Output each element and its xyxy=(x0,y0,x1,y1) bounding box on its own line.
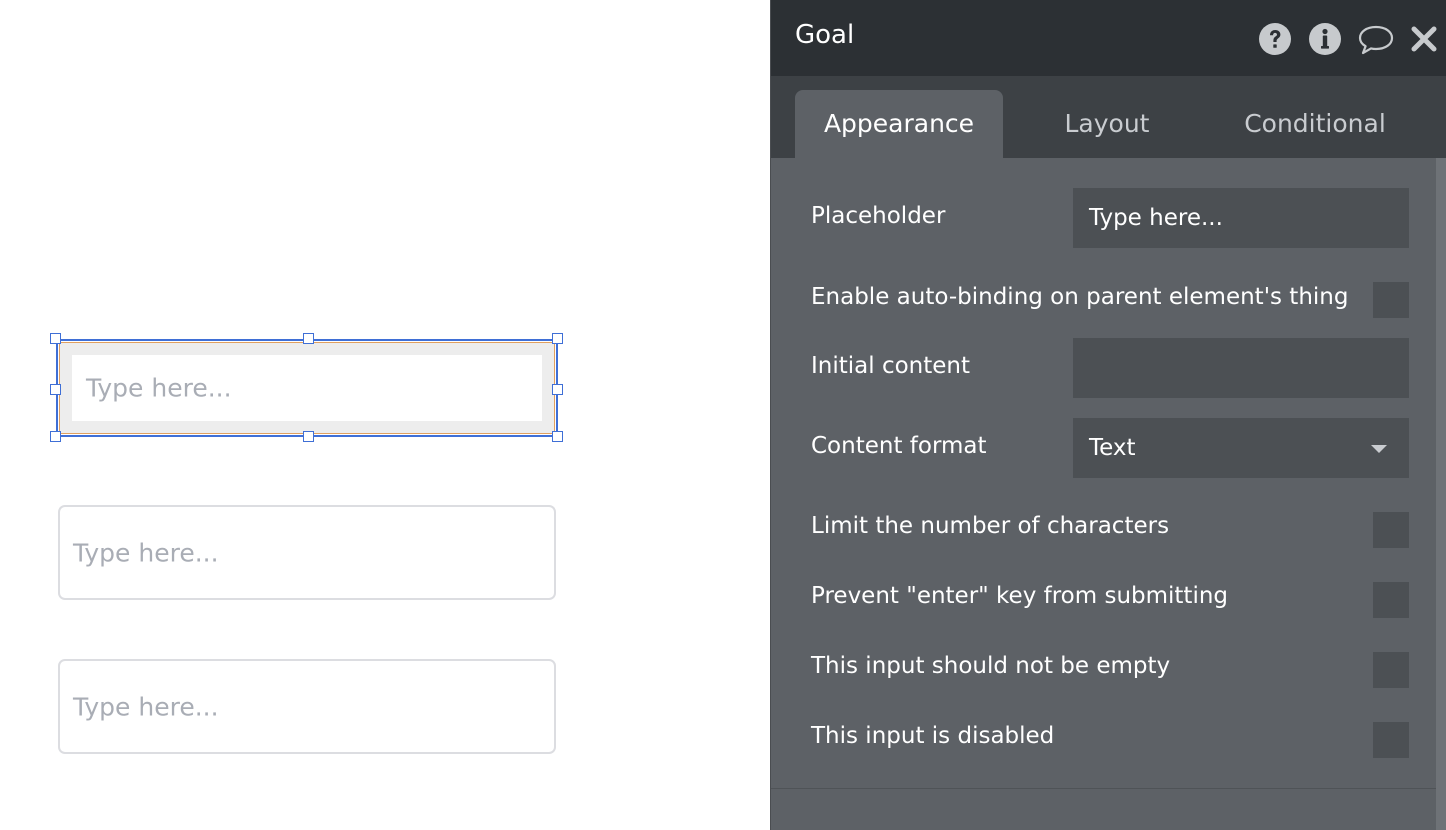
selected-input-element[interactable]: Type here... xyxy=(56,339,558,437)
section-divider xyxy=(771,788,1436,789)
not-empty-label: This input should not be empty xyxy=(811,653,1171,679)
editor-canvas: Type here... Type here... Type here... xyxy=(0,0,770,830)
input-element[interactable]: Type here... xyxy=(58,659,556,754)
chevron-down-icon xyxy=(1371,445,1387,453)
placeholder-label: Placeholder xyxy=(811,203,946,229)
resize-handle-right[interactable] xyxy=(552,384,563,395)
resize-handle-bottom-left[interactable] xyxy=(50,431,61,442)
input-placeholder: Type here... xyxy=(73,692,219,721)
resize-handle-top[interactable] xyxy=(303,333,314,344)
selected-input-placeholder: Type here... xyxy=(86,373,232,403)
input-placeholder: Type here... xyxy=(73,538,219,567)
limit-characters-label: Limit the number of characters xyxy=(811,513,1170,539)
disabled-label: This input is disabled xyxy=(811,723,1055,749)
tab-conditional[interactable]: Conditional xyxy=(1211,90,1419,158)
close-icon[interactable] xyxy=(1409,22,1439,56)
limit-characters-checkbox[interactable] xyxy=(1373,512,1409,548)
help-icon[interactable] xyxy=(1258,22,1292,56)
selected-input-field[interactable]: Type here... xyxy=(72,355,542,421)
prevent-enter-checkbox[interactable] xyxy=(1373,582,1409,618)
resize-handle-top-left[interactable] xyxy=(50,333,61,344)
comment-icon[interactable] xyxy=(1357,22,1395,56)
content-format-value: Text xyxy=(1089,435,1136,461)
resize-handle-left[interactable] xyxy=(50,384,61,395)
prevent-enter-label: Prevent "enter" key from submitting xyxy=(811,583,1229,609)
tab-bar: Appearance Layout Conditional xyxy=(771,76,1446,158)
panel-header[interactable]: Goal xyxy=(771,0,1446,76)
initial-content-input[interactable] xyxy=(1073,338,1409,398)
panel-title: Goal xyxy=(795,20,855,50)
panel-scrollbar[interactable] xyxy=(1436,158,1446,830)
property-editor-panel: Goal Appearance Layout Conditional Place… xyxy=(770,0,1446,830)
resize-handle-top-right[interactable] xyxy=(552,333,563,344)
not-empty-checkbox[interactable] xyxy=(1373,652,1409,688)
disabled-checkbox[interactable] xyxy=(1373,722,1409,758)
auto-binding-label: Enable auto-binding on parent element's … xyxy=(811,284,1349,310)
placeholder-input-value: Type here... xyxy=(1089,205,1223,231)
placeholder-input[interactable]: Type here... xyxy=(1073,188,1409,248)
tab-appearance[interactable]: Appearance xyxy=(795,90,1003,158)
resize-handle-bottom-right[interactable] xyxy=(552,431,563,442)
content-format-dropdown[interactable]: Text xyxy=(1073,418,1409,478)
selected-input-frame: Type here... xyxy=(59,342,555,434)
initial-content-label: Initial content xyxy=(811,353,971,379)
resize-handle-bottom[interactable] xyxy=(303,431,314,442)
tab-layout[interactable]: Layout xyxy=(1003,90,1211,158)
input-element[interactable]: Type here... xyxy=(58,505,556,600)
content-format-label: Content format xyxy=(811,433,987,459)
auto-binding-checkbox[interactable] xyxy=(1373,282,1409,318)
info-icon[interactable] xyxy=(1308,22,1342,56)
